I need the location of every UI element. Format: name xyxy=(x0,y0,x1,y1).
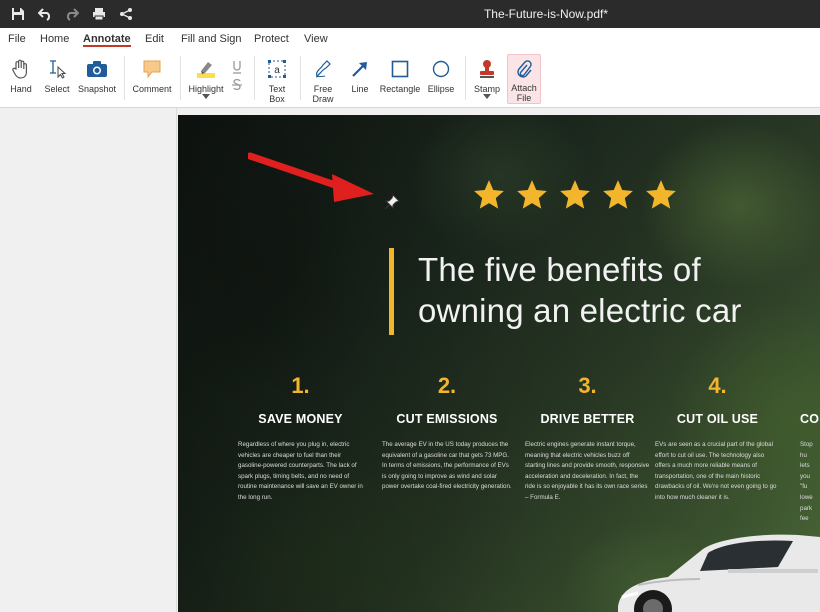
benefit-column: CO Stop hu lets you "fu lowe park fee xyxy=(800,372,820,525)
benefit-title: CUT OIL USE xyxy=(676,412,759,426)
pushpin-icon[interactable] xyxy=(384,194,400,210)
title-bar: The-Future-is-Now.pdf* xyxy=(0,0,820,28)
document-title: The-Future-is-Now.pdf* xyxy=(483,7,608,21)
benefit-number: 1. xyxy=(291,373,310,398)
hand-tool[interactable]: Hand xyxy=(6,50,36,108)
benefit-title: CUT EMISSIONS xyxy=(396,412,498,426)
svg-text:a: a xyxy=(274,65,280,76)
toolbar-divider xyxy=(180,56,181,100)
line-tool[interactable]: Line xyxy=(345,50,375,108)
text-box-label: Text Box xyxy=(268,84,286,104)
benefit-column: 1. SAVE MONEY Regardless of where you pl… xyxy=(238,372,363,504)
rectangle-icon xyxy=(388,56,412,82)
menu-annotate[interactable]: Annotate xyxy=(83,33,131,47)
snapshot-label: Snapshot xyxy=(77,84,117,94)
star-icon xyxy=(474,180,504,209)
benefit-number: 4. xyxy=(708,373,727,398)
stamp-label: Stamp xyxy=(473,84,500,94)
pen-icon xyxy=(311,56,335,82)
menu-fill-and-sign[interactable]: Fill and Sign xyxy=(181,33,242,47)
menu-edit[interactable]: Edit xyxy=(145,33,164,47)
rectangle-label: Rectangle xyxy=(379,84,421,94)
comment-label: Comment xyxy=(132,84,172,94)
annotate-toolbar: Hand Select Snapshot Comment Highlight a… xyxy=(0,50,820,108)
benefit-number: 2. xyxy=(437,373,457,398)
select-tool[interactable]: Select xyxy=(42,50,72,108)
comment-tool[interactable]: Comment xyxy=(132,50,172,108)
menu-home[interactable]: Home xyxy=(40,33,69,47)
benefit-column: 3. DRIVE BETTER Electric engines generat… xyxy=(525,372,650,504)
menu-file[interactable]: File xyxy=(8,33,26,47)
benefit-number xyxy=(800,372,820,400)
star-icon xyxy=(560,180,590,209)
stamp-tool[interactable]: Stamp xyxy=(472,50,502,108)
benefit-title: CO xyxy=(800,412,820,426)
toolbar-divider xyxy=(254,56,255,100)
benefit-body: Regardless of where you plug in, electri… xyxy=(238,441,363,501)
highlight-tool[interactable]: Highlight xyxy=(186,50,226,108)
text-box-tool[interactable]: a Text Box xyxy=(262,50,292,108)
ellipse-label: Ellipse xyxy=(427,84,455,94)
star-icon xyxy=(646,180,676,209)
chevron-down-icon xyxy=(483,94,491,99)
free-draw-label: Free Draw xyxy=(312,84,334,104)
chevron-down-icon xyxy=(202,94,210,99)
menu-protect[interactable]: Protect xyxy=(254,33,289,47)
benefit-title: DRIVE BETTER xyxy=(540,412,635,426)
underline-icon xyxy=(225,58,249,76)
benefit-column: 4. CUT OIL USE EVs are seen as a crucial… xyxy=(655,372,780,504)
benefit-body: Stop hu lets you "fu lowe park fee xyxy=(800,441,813,523)
hand-label: Hand xyxy=(10,84,32,94)
attach-file-tool[interactable]: Attach File xyxy=(507,54,541,104)
menu-view[interactable]: View xyxy=(304,33,328,47)
stamp-icon xyxy=(475,56,499,82)
underline-tool[interactable] xyxy=(229,50,245,108)
ellipse-icon xyxy=(429,56,453,82)
strikethrough-icon[interactable] xyxy=(225,76,249,94)
menu-bar: File Home Annotate Edit Fill and Sign Pr… xyxy=(0,28,820,50)
highlighter-icon xyxy=(194,56,218,82)
car-image xyxy=(618,534,820,612)
camera-icon xyxy=(85,56,109,82)
document-workspace: The five benefits of owning an electric … xyxy=(0,108,820,612)
star-icon xyxy=(603,180,633,209)
hand-icon xyxy=(9,56,33,82)
benefit-body: The average EV in the US today produces … xyxy=(382,441,512,491)
text-box-icon: a xyxy=(265,56,289,82)
free-draw-tool[interactable]: Free Draw xyxy=(307,50,339,108)
line-label: Line xyxy=(351,84,369,94)
comment-icon xyxy=(140,56,164,82)
headline-accent-bar xyxy=(389,248,394,335)
benefit-title: SAVE MONEY xyxy=(258,412,343,426)
rating-stars xyxy=(472,178,678,212)
toolbar-divider xyxy=(124,56,125,100)
attach-file-label: Attach File xyxy=(511,83,537,103)
snapshot-tool[interactable]: Snapshot xyxy=(78,50,116,108)
select-label: Select xyxy=(44,84,70,94)
ellipse-tool[interactable]: Ellipse xyxy=(425,50,457,108)
benefit-body: Electric engines generate instant torque… xyxy=(525,441,650,501)
paperclip-icon xyxy=(512,57,536,81)
benefit-number: 3. xyxy=(578,373,597,398)
headline: The five benefits of owning an electric … xyxy=(418,251,742,329)
star-icon xyxy=(517,180,547,209)
rectangle-tool[interactable]: Rectangle xyxy=(379,50,421,108)
toolbar-divider xyxy=(465,56,466,100)
pdf-page[interactable]: The five benefits of owning an electric … xyxy=(178,115,820,612)
highlight-label: Highlight xyxy=(188,84,224,94)
toolbar-divider xyxy=(300,56,301,100)
left-panel xyxy=(0,108,177,612)
benefit-body: EVs are seen as a crucial part of the gl… xyxy=(655,441,777,501)
text-select-icon xyxy=(45,56,69,82)
line-arrow-icon xyxy=(348,56,372,82)
benefit-column: 2. CUT EMISSIONS The average EV in the U… xyxy=(382,372,512,493)
